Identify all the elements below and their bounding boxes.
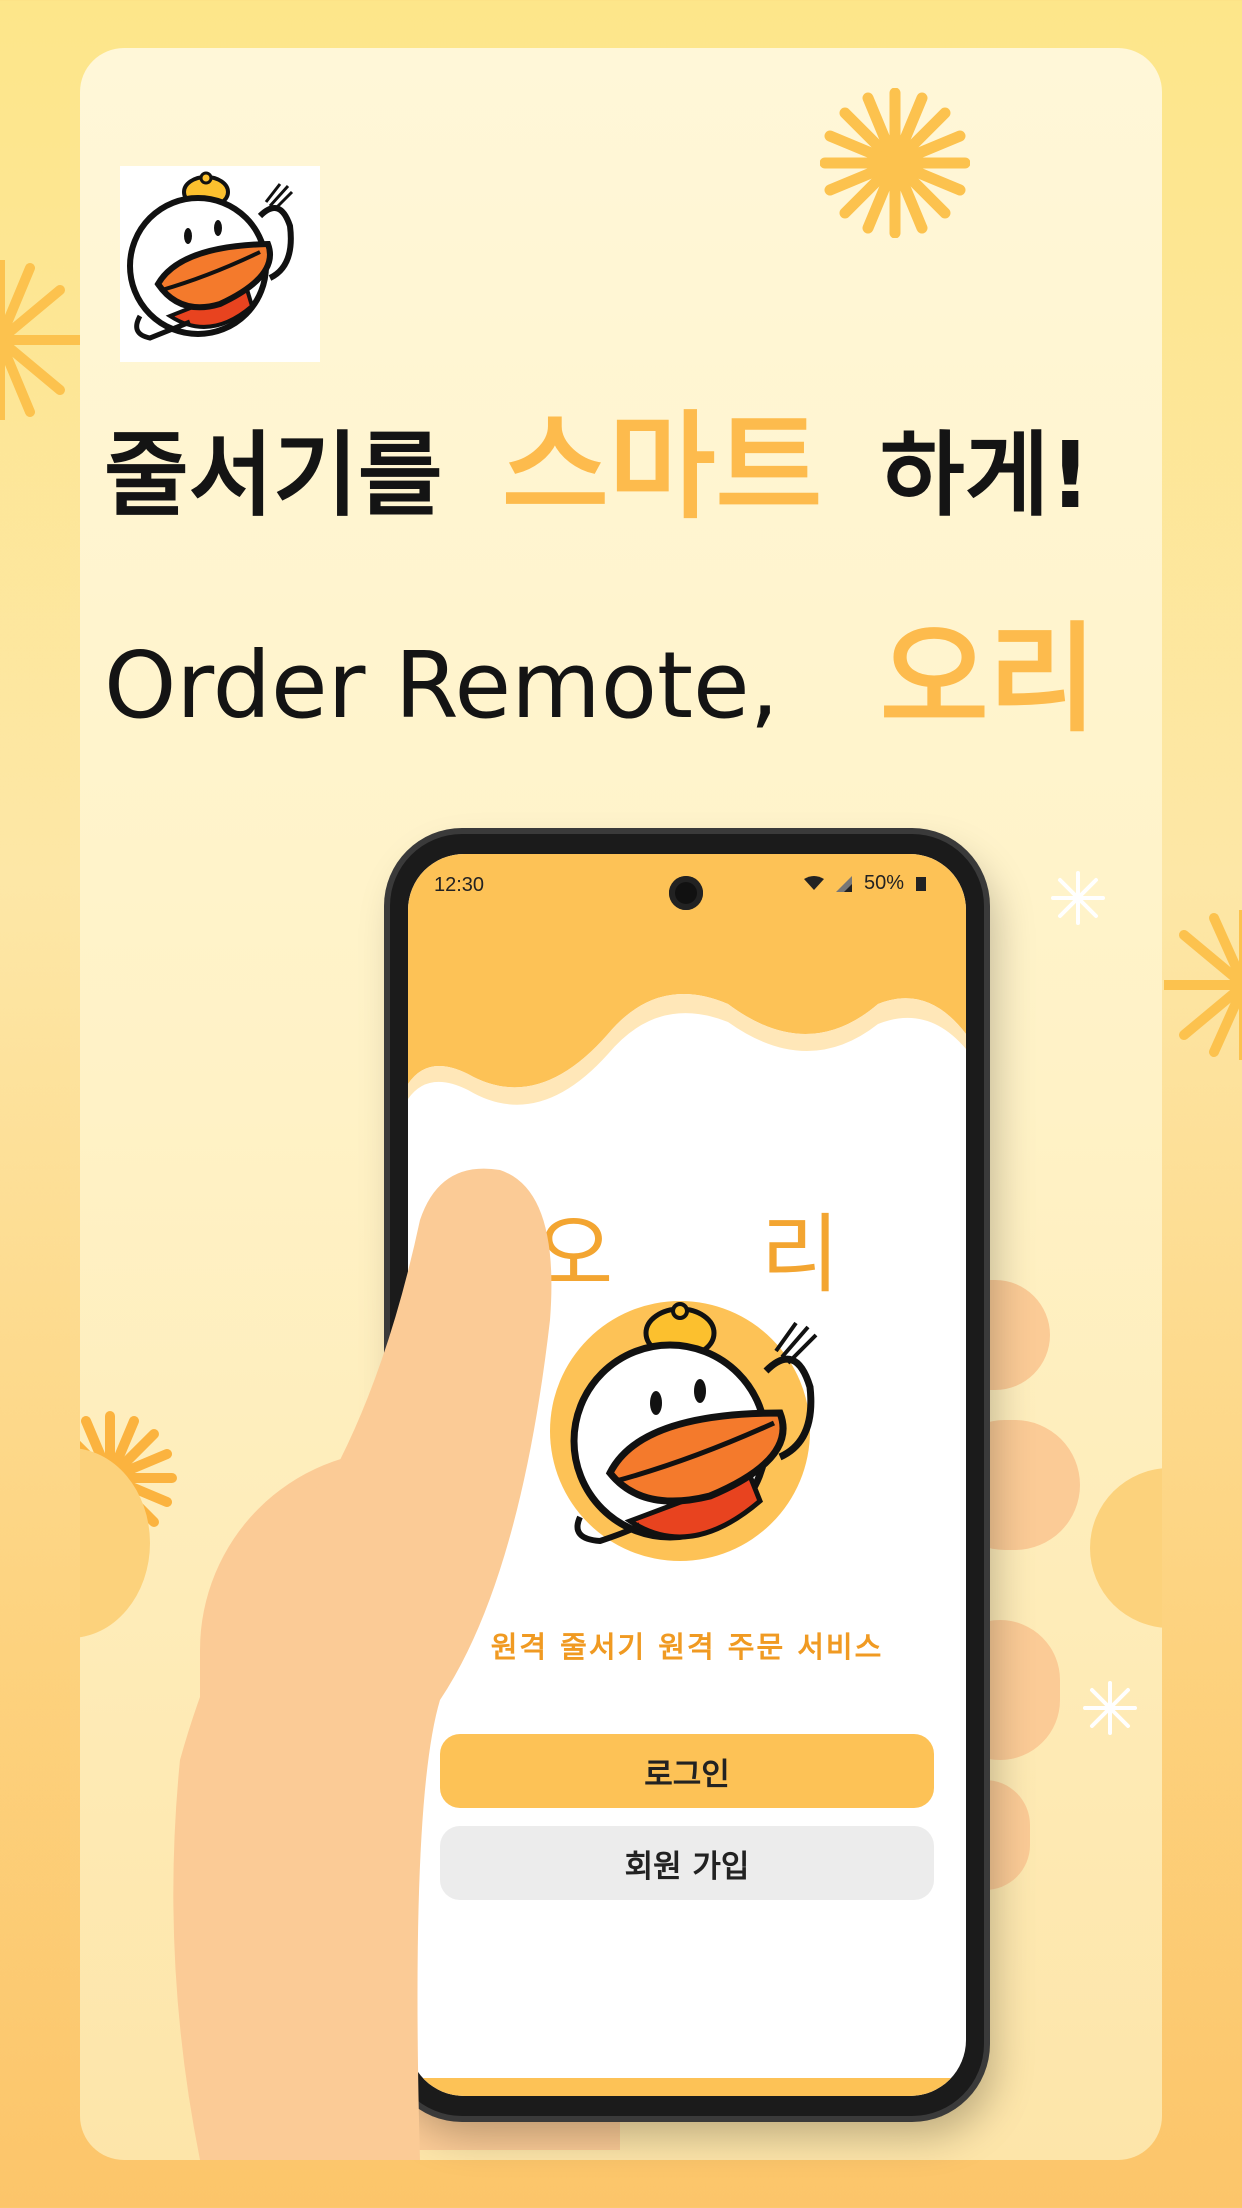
duck-logo-icon — [127, 171, 294, 341]
signal-icon — [835, 875, 852, 892]
headline-suffix-text: 하게! — [880, 422, 1092, 529]
headline-accent-text: 스마트 — [502, 400, 823, 535]
brand-name-text: 오리 — [880, 610, 1098, 748]
hand-thumb — [173, 1168, 552, 2160]
sunburst-icon — [1164, 910, 1242, 1060]
sunburst-icon — [0, 260, 85, 420]
battery-text: 50% — [863, 872, 904, 894]
status-time: 12:30 — [434, 874, 485, 896]
sunburst-icon — [820, 88, 970, 238]
camera-icon — [669, 876, 703, 910]
sparkle-icon — [1051, 871, 1105, 925]
sparkle-icon — [1083, 1681, 1137, 1735]
headline-dark-text: 줄서기를 — [104, 422, 443, 529]
decor-circle — [1090, 1468, 1162, 1628]
duck-logo — [120, 166, 320, 362]
wifi-icon — [803, 875, 824, 890]
headline-english-text: Order Remote, — [104, 632, 779, 739]
battery-icon — [916, 876, 926, 891]
status-icons: 50% — [803, 872, 926, 895]
